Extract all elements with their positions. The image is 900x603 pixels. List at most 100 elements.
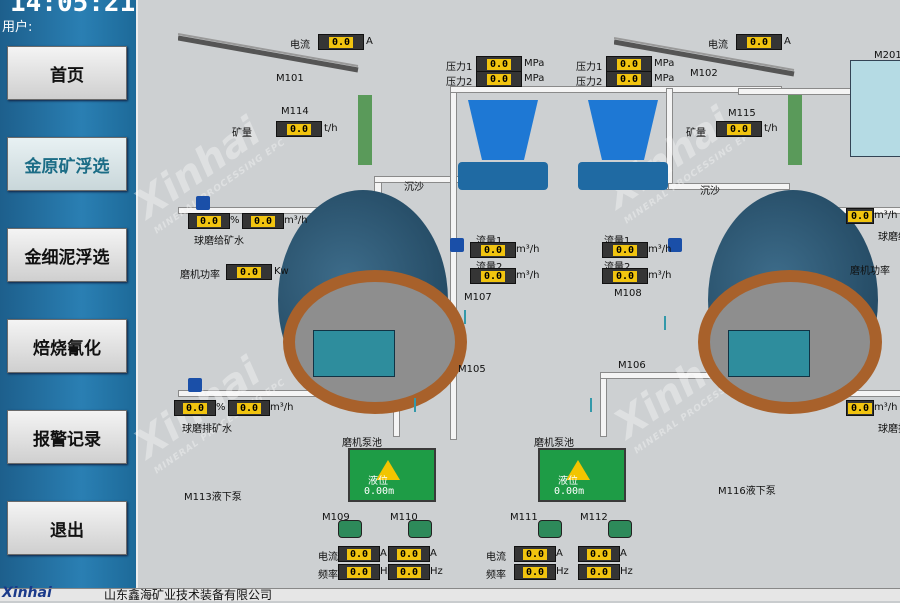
m201-label: M201 [874,50,900,61]
m111-current-value: 0.0 [514,546,556,562]
unit: Hz [620,566,633,577]
pressure2-label: 压力2 [446,77,473,88]
unit: Hz [556,566,569,577]
discharge-water-label: 球磨排矿水 [182,424,232,435]
flow-arrow-icon [414,398,416,412]
right-discharge-value: 0.0 [846,400,874,416]
unit: % [230,215,240,226]
m109-freq-value: 0.0 [338,564,380,580]
feeder-m115-icon [788,95,802,165]
m106-label: M106 [618,360,646,371]
unit: m³/h [284,215,308,226]
pump-m112-icon[interactable] [608,520,632,538]
unit: Hz [430,566,443,577]
feeder-m114-icon [358,95,372,165]
m110-freq-value: 0.0 [388,564,430,580]
m112-current-value: 0.0 [578,546,620,562]
flow1-value: 0.0 [602,242,648,258]
feed-water-label: 球磨给矿水 [194,236,244,247]
m107-label: M107 [464,292,492,303]
unit: m³/h [874,402,898,413]
mill-power-label: 磨机功率 [850,266,890,277]
m109-label: M109 [322,512,350,523]
m110-label: M110 [390,512,418,523]
flow-arrow-icon [464,310,466,324]
unit: m³/h [516,270,540,281]
company-name: 山东鑫海矿业技术装备有限公司 [104,588,273,602]
valve-m107-icon[interactable] [450,238,464,252]
level-value: 0.00m [554,486,585,497]
mill-pool-label: 磨机泵池 [534,438,574,449]
sand-label: 沉沙 [404,182,424,193]
unit: A [366,36,373,47]
sidebar: 14:05:21 用户: 首页 金原矿浮选 金细泥浮选 焙烧氰化 报警记录 退出 [0,0,136,600]
valve-feed-water-icon[interactable] [196,196,210,210]
unit: MPa [654,58,675,69]
pipe [450,86,782,93]
level-label: 液位 [368,476,388,487]
pump-freq-label: 频率 [486,570,506,581]
cyclone-base-left [458,162,548,190]
flow2-value: 0.0 [470,268,516,284]
m116-label: M116液下泵 [718,486,776,497]
unit: A [430,548,437,559]
mill-pool-label: 磨机泵池 [342,438,382,449]
sand-label: 沉沙 [700,186,720,197]
pump-m111-icon[interactable] [538,520,562,538]
cyclone-base-right [578,162,668,190]
unit: m³/h [648,270,672,281]
mill-power-label: 磨机功率 [180,270,220,281]
unit: A [784,36,791,47]
flotation-tank-m201-icon [850,60,900,157]
feed-water-pct-value: 0.0 [188,213,230,229]
unit: m³/h [648,244,672,255]
unit: A [620,548,627,559]
pressure1-value: 0.0 [476,56,522,72]
ore-value: 0.0 [276,121,322,137]
pressure2-value: 0.0 [476,71,522,87]
nav-gold-ore-flotation-button[interactable]: 金原矿浮选 [7,137,127,191]
m112-label: M112 [580,512,608,523]
footer: Xinhai 山东鑫海矿业技术装备有限公司 [0,585,900,602]
pipe [600,375,607,437]
m111-freq-value: 0.0 [514,564,556,580]
right-feed-water-value: 0.0 [846,208,874,224]
level-label: 液位 [558,476,578,487]
m111-label: M111 [510,512,538,523]
right-feed-water-label: 球磨给 [878,232,900,243]
level-value: 0.00m [364,486,395,497]
valve-discharge-water-icon[interactable] [188,378,202,392]
mill-motor-left-icon [313,330,395,377]
flow-arrow-icon [590,398,592,412]
unit: A [380,548,387,559]
m101-current-value: 0.0 [318,34,364,50]
nav-exit-button[interactable]: 退出 [7,501,127,555]
flow-arrow-icon [664,316,666,330]
nav-roasting-cyanidation-button[interactable]: 焙烧氰化 [7,319,127,373]
pipe [450,88,457,440]
unit: MPa [654,73,675,84]
mill-power-value: 0.0 [226,264,272,280]
nav-gold-slime-flotation-button[interactable]: 金细泥浮选 [7,228,127,282]
m110-current-value: 0.0 [388,546,430,562]
cyclone-left-icon [468,100,538,160]
m102-label: M102 [690,68,718,79]
m108-label: M108 [614,288,642,299]
ore-label: 矿量 [232,128,252,139]
pressure2-label: 压力2 [576,77,603,88]
flow1-value: 0.0 [470,242,516,258]
unit: t/h [764,123,778,134]
mill-motor-right-icon [728,330,810,377]
nav-home-button[interactable]: 首页 [7,46,127,100]
m109-current-value: 0.0 [338,546,380,562]
pressure1-value: 0.0 [606,56,652,72]
pressure1-label: 压力1 [446,62,473,73]
unit: t/h [324,123,338,134]
unit: MPa [524,58,545,69]
m101-label: M101 [276,73,304,84]
nav-alarm-log-button[interactable]: 报警记录 [7,410,127,464]
discharge-water-pct-value: 0.0 [174,400,216,416]
pressure1-label: 压力1 [576,62,603,73]
right-discharge-label: 球磨排 [878,424,900,435]
pressure2-value: 0.0 [606,71,652,87]
